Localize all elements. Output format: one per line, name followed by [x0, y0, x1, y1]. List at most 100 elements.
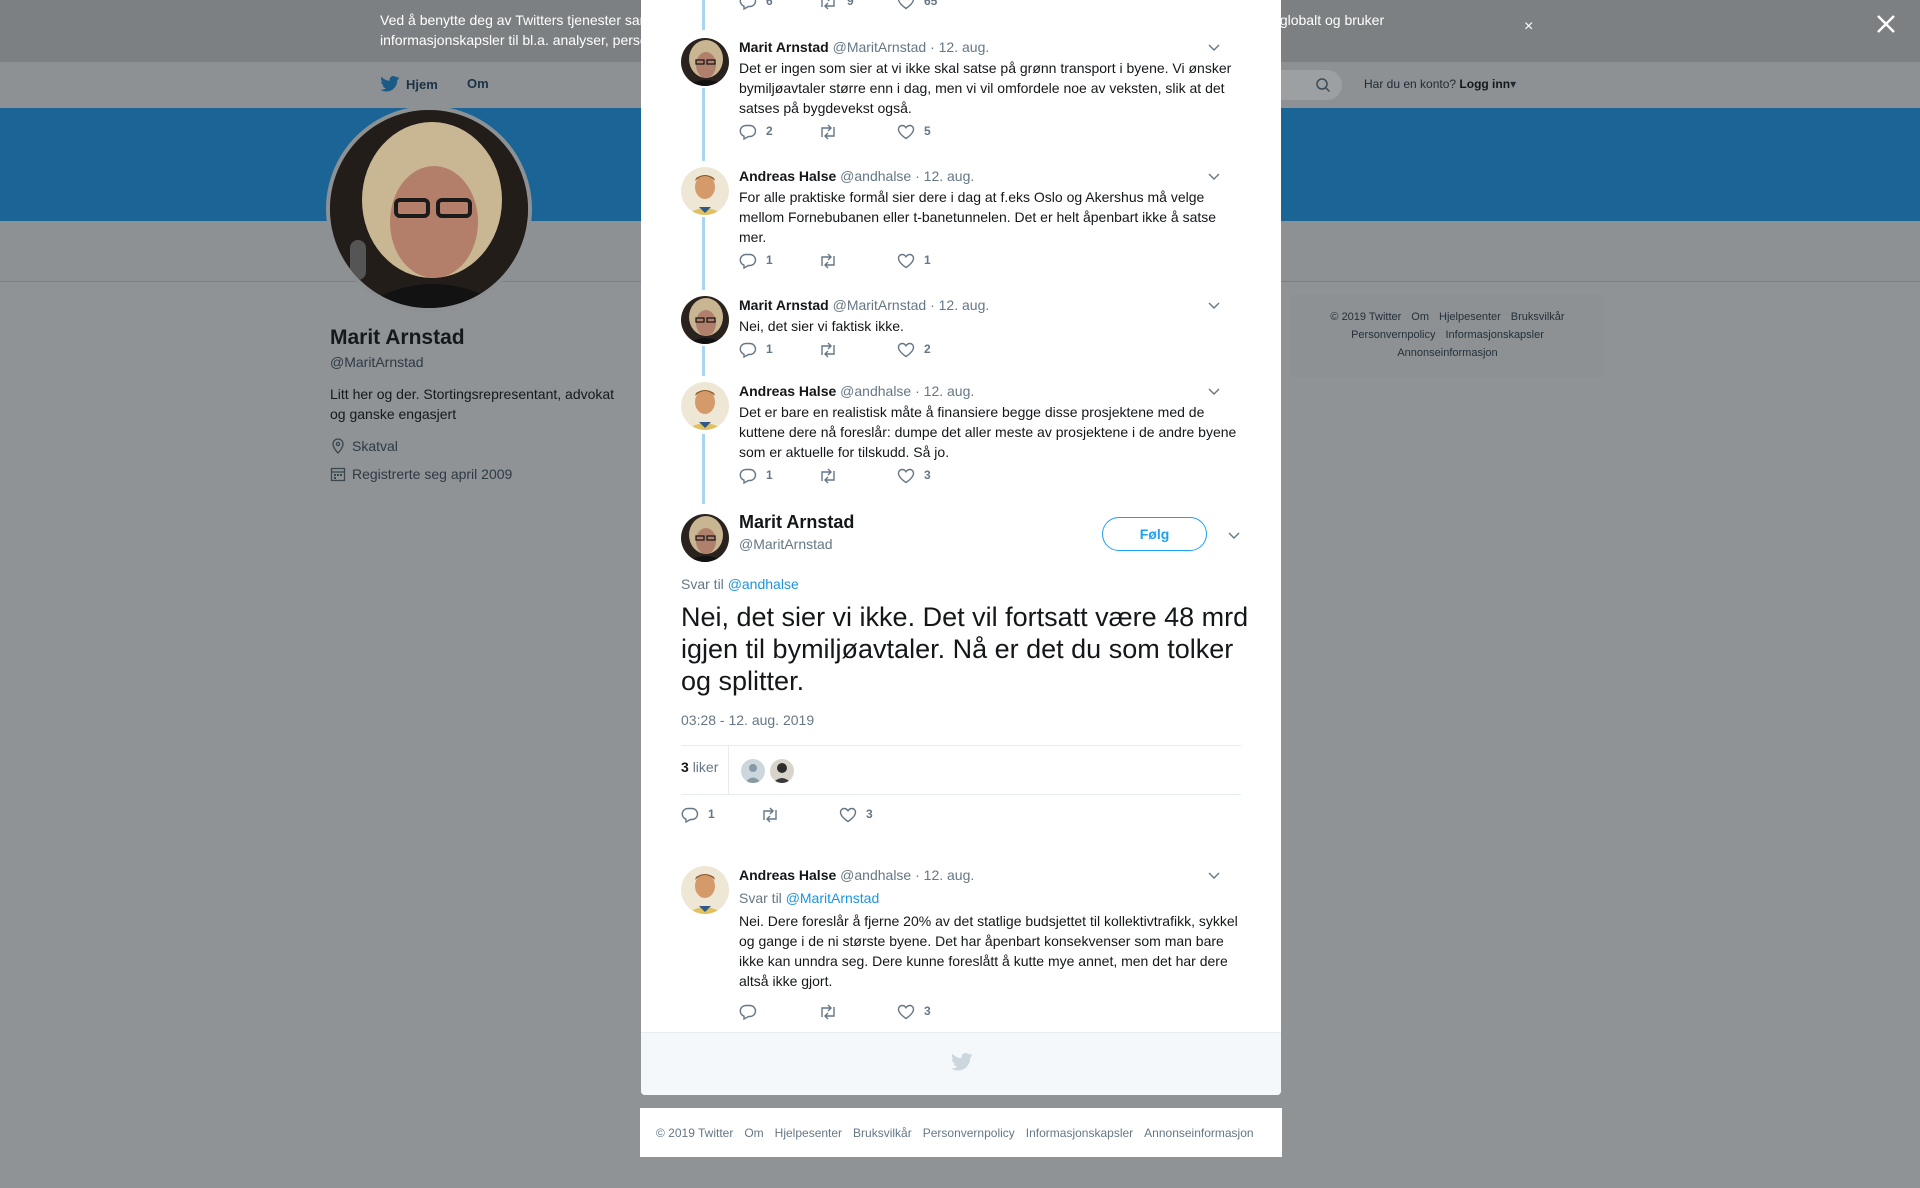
tweet-author-handle[interactable]: @MaritArnstad: [833, 297, 927, 313]
footer-help[interactable]: Hjelpesenter: [775, 1126, 842, 1140]
reply-action[interactable]: [739, 1004, 818, 1020]
side-footer-ads[interactable]: Annonseinformasjon: [1397, 347, 1497, 359]
liker-avatar[interactable]: [741, 759, 765, 783]
retweet-icon: [821, 0, 835, 10]
tweet-date[interactable]: 12. aug.: [939, 297, 990, 313]
avatar[interactable]: [681, 296, 729, 344]
tweet-author-name[interactable]: Marit Arnstad: [739, 39, 829, 55]
retweet-action[interactable]: [818, 468, 897, 484]
like-action[interactable]: 3: [839, 807, 918, 823]
footer-ads[interactable]: Annonseinformasjon: [1144, 1126, 1253, 1140]
thread-line: [702, 434, 705, 504]
reply-to-link[interactable]: @MaritArnstad: [786, 890, 880, 906]
profile-avatar[interactable]: [326, 106, 532, 312]
thread-line: [702, 88, 705, 161]
chevron-down-icon[interactable]: [1207, 171, 1221, 181]
avatar-image: [681, 514, 729, 562]
profile-bio: Litt her og der. Stortingsrepresentant, …: [330, 386, 615, 422]
location-pin-icon: [332, 438, 344, 454]
tweet-stats: 3 liker: [681, 745, 1241, 795]
chevron-down-icon[interactable]: [1207, 300, 1221, 310]
reply-icon: [739, 342, 757, 358]
like-action[interactable]: 5: [897, 124, 976, 140]
tweet-date[interactable]: 12. aug.: [924, 168, 975, 184]
cookie-close-icon[interactable]: ×: [1524, 18, 1533, 36]
side-footer-privacy[interactable]: Personvernpolicy: [1351, 329, 1435, 341]
tweet-header: Marit Arnstad @MaritArnstad · 12. aug.: [739, 38, 1239, 57]
retweet-action[interactable]: [818, 253, 897, 269]
tweet-date[interactable]: 12. aug.: [924, 383, 975, 399]
likers-list: [741, 759, 794, 783]
retweet-action[interactable]: [818, 124, 897, 140]
main-tweet-avatar[interactable]: [681, 514, 729, 562]
close-modal-icon[interactable]: [1872, 10, 1900, 38]
follow-button[interactable]: Følg: [1102, 517, 1207, 551]
footer-privacy[interactable]: Personvernpolicy: [923, 1126, 1015, 1140]
reply-action[interactable]: 1: [739, 342, 818, 358]
avatar[interactable]: [681, 167, 729, 215]
nav-home[interactable]: Hjem: [380, 76, 438, 92]
tweet-author-name[interactable]: Andreas Halse: [739, 168, 836, 184]
chevron-down-icon[interactable]: [1207, 386, 1221, 396]
main-tweet-author-handle[interactable]: @MaritArnstad: [739, 536, 833, 552]
reply-action[interactable]: 6: [739, 0, 818, 10]
tweet-author-handle[interactable]: @andhalse: [840, 383, 911, 399]
login-prompt: Har du en konto? Logg inn▾: [1364, 77, 1516, 91]
tweet-body: Andreas Halse @andhalse · 12. aug. For a…: [739, 167, 1239, 247]
tweet-actions: 1 3: [739, 468, 976, 484]
main-tweet-author-name[interactable]: Marit Arnstad: [739, 512, 854, 533]
like-count: 3: [924, 468, 931, 482]
reply-action[interactable]: 2: [739, 124, 818, 140]
chevron-down-icon[interactable]: [1207, 870, 1221, 880]
retweet-action[interactable]: [760, 807, 839, 823]
profile-location: Skatval: [330, 438, 398, 454]
tweet-author-handle[interactable]: @andhalse: [840, 168, 911, 184]
avatar[interactable]: [681, 38, 729, 86]
reply-action[interactable]: 1: [739, 253, 818, 269]
side-footer-terms[interactable]: Bruksvilkår: [1511, 311, 1565, 323]
retweet-action[interactable]: [818, 342, 897, 358]
like-action[interactable]: 1: [897, 253, 976, 269]
chevron-down-icon[interactable]: [1207, 42, 1221, 52]
heart-icon: [897, 468, 915, 484]
reply-action[interactable]: 1: [681, 807, 760, 823]
like-count: 2: [924, 342, 931, 356]
tweet-author-name[interactable]: Andreas Halse: [739, 383, 836, 399]
like-action[interactable]: 3: [897, 468, 976, 484]
tweet-author-handle[interactable]: @andhalse: [840, 867, 911, 883]
like-action[interactable]: 3: [897, 1004, 976, 1020]
avatar[interactable]: [681, 382, 729, 430]
side-footer-about[interactable]: Om: [1411, 311, 1429, 323]
login-link[interactable]: Logg inn: [1459, 77, 1510, 91]
avatar-image: [681, 38, 729, 86]
retweet-action[interactable]: 9: [818, 0, 897, 10]
retweet-icon: [821, 253, 835, 269]
footer-cookies[interactable]: Informasjonskapsler: [1026, 1126, 1133, 1140]
search-icon[interactable]: [1315, 77, 1331, 93]
liker-avatar[interactable]: [770, 759, 794, 783]
footer-copyright: © 2019 Twitter: [656, 1125, 734, 1140]
tweet-author-name[interactable]: Andreas Halse: [739, 867, 836, 883]
heart-icon: [839, 807, 857, 823]
footer-terms[interactable]: Bruksvilkår: [853, 1126, 912, 1140]
side-footer-help[interactable]: Hjelpesenter: [1439, 311, 1501, 323]
side-footer-cookies[interactable]: Informasjonskapsler: [1445, 329, 1543, 341]
tweet-header: Andreas Halse @andhalse · 12. aug.: [739, 167, 1239, 186]
chevron-down-icon[interactable]: [1227, 530, 1241, 540]
tweet-author-name[interactable]: Marit Arnstad: [739, 297, 829, 313]
footer-about[interactable]: Om: [744, 1126, 763, 1140]
nav-about[interactable]: Om: [467, 76, 489, 91]
avatar[interactable]: [681, 866, 729, 914]
tweet-date[interactable]: 12. aug.: [924, 867, 975, 883]
retweet-action[interactable]: [818, 1004, 897, 1020]
reply-to-link[interactable]: @andhalse: [728, 576, 799, 592]
like-action[interactable]: 2: [897, 342, 976, 358]
tweet-date[interactable]: 12. aug.: [939, 39, 990, 55]
like-action[interactable]: 65: [897, 0, 976, 10]
likes-stat[interactable]: 3 liker: [681, 759, 718, 775]
tweet-author-handle[interactable]: @MaritArnstad: [833, 39, 927, 55]
reply-action[interactable]: 1: [739, 468, 818, 484]
reply-icon: [681, 807, 699, 823]
heart-icon: [897, 253, 915, 269]
main-tweet-timestamp[interactable]: 03:28 - 12. aug. 2019: [681, 712, 814, 728]
